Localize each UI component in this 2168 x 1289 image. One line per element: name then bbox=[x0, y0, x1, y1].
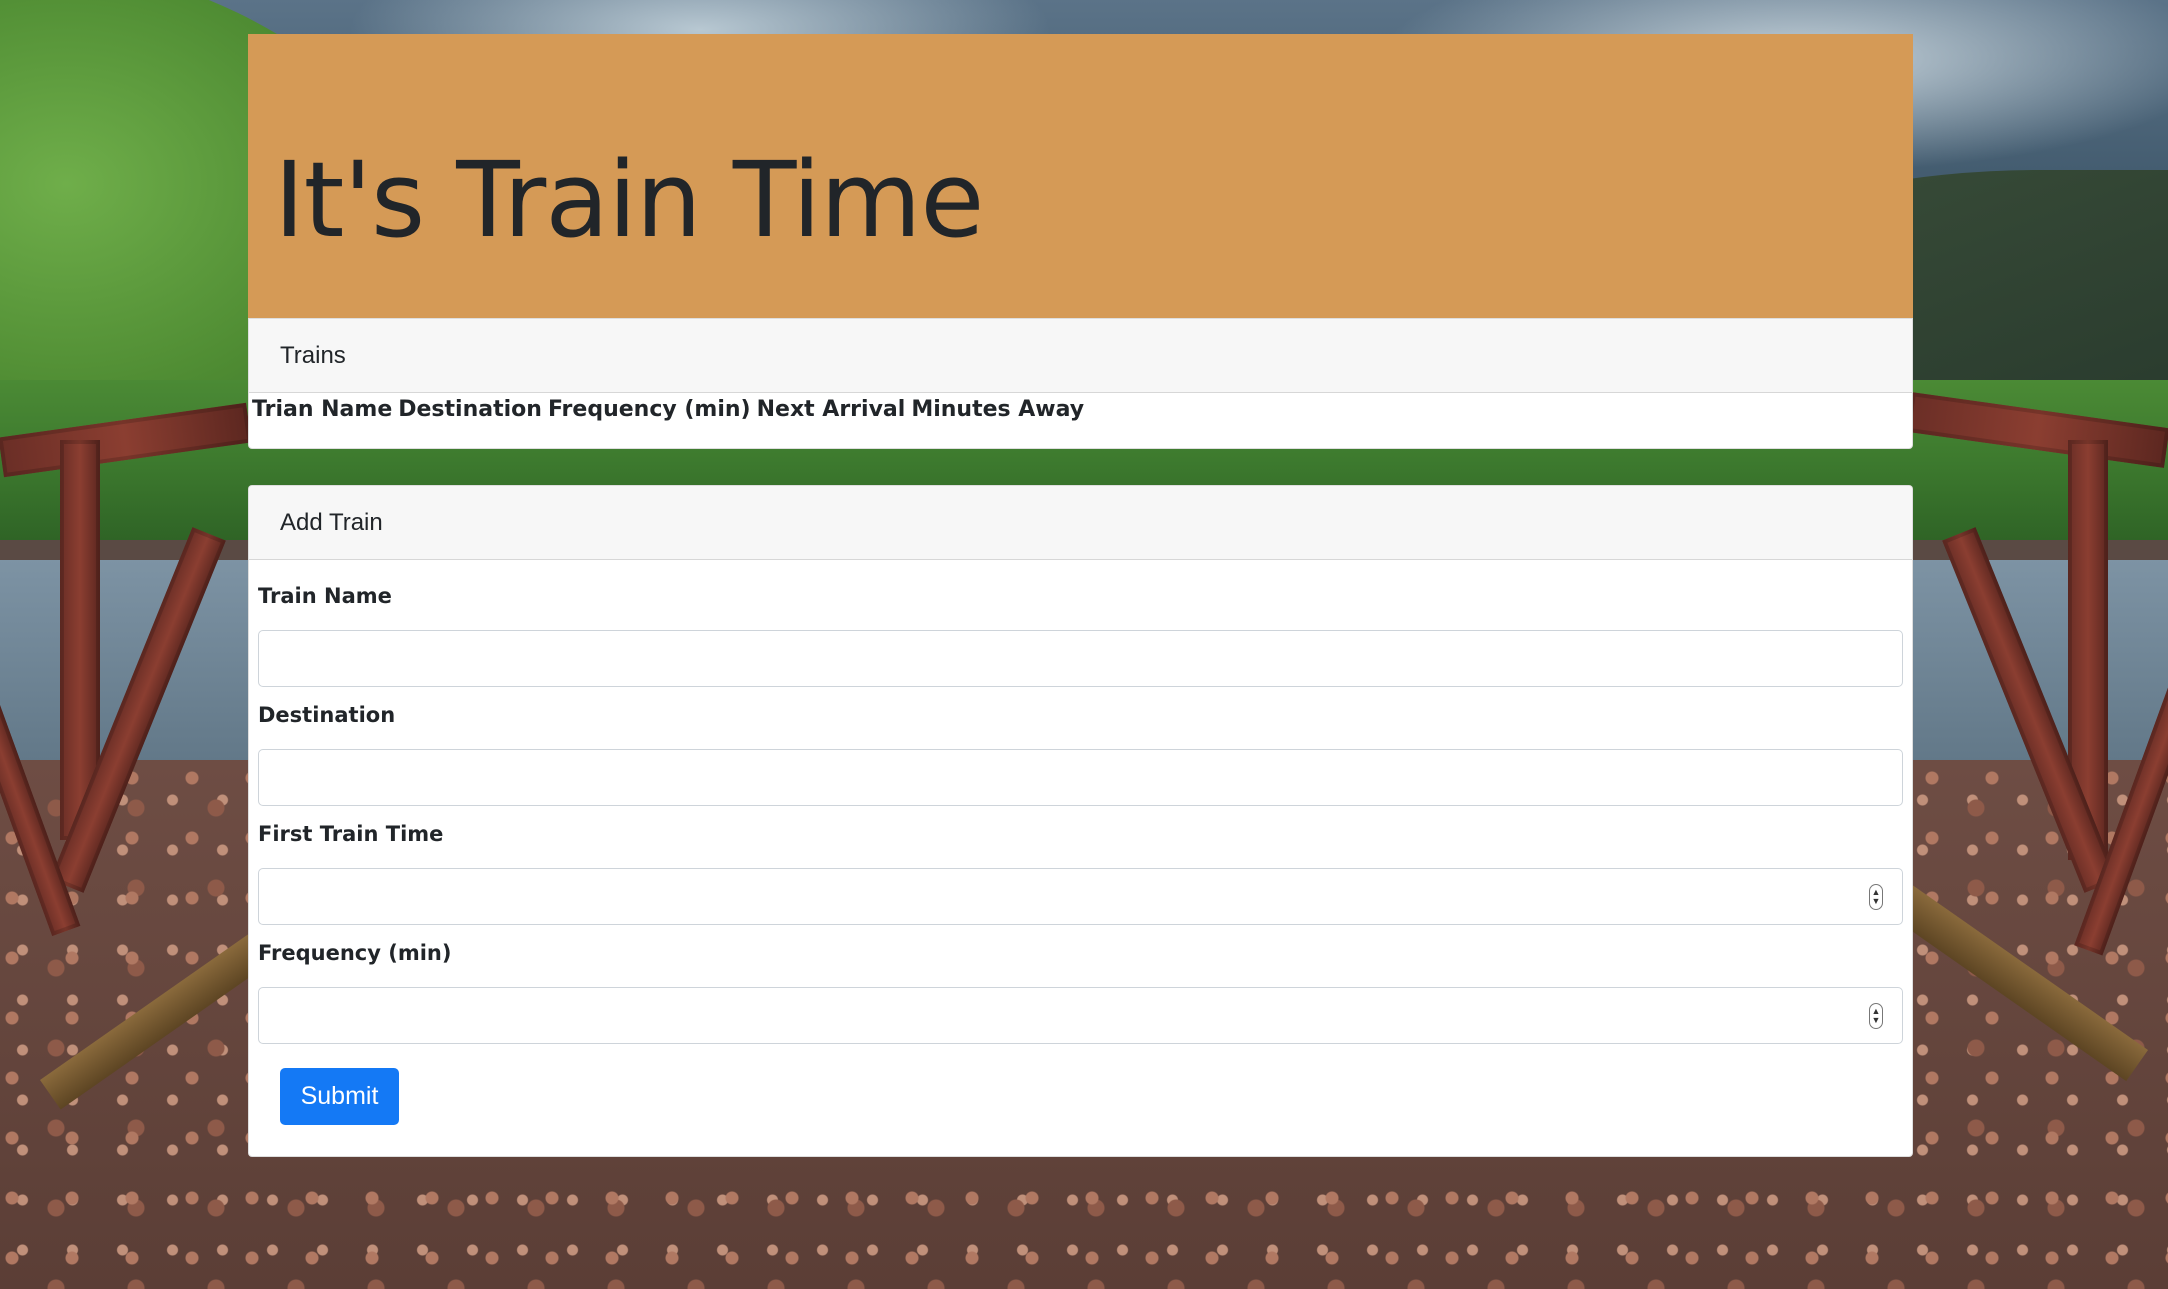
first-train-time-wrapper: ▲ ▼ bbox=[258, 868, 1903, 925]
frequency-input[interactable] bbox=[258, 987, 1903, 1044]
first-train-time-label: First Train Time bbox=[258, 822, 444, 846]
destination-label: Destination bbox=[258, 703, 396, 727]
submit-button[interactable]: Submit bbox=[280, 1068, 399, 1125]
add-train-panel: Add Train Train Name Destination First T… bbox=[248, 485, 1913, 1157]
frequency-wrapper: ▲ ▼ bbox=[258, 987, 1903, 1044]
destination-input[interactable] bbox=[258, 749, 1903, 806]
jumbotron: It's Train Time bbox=[248, 34, 1913, 318]
main-container: It's Train Time Trains Trian Name Destin… bbox=[248, 34, 1913, 1157]
trains-panel: Trains Trian Name Destination Frequency … bbox=[248, 318, 1913, 449]
destination-group: Destination bbox=[258, 699, 1903, 806]
train-name-input[interactable] bbox=[258, 630, 1903, 687]
column-header-minutes-away: Minutes Away bbox=[911, 397, 1085, 422]
add-train-form: Train Name Destination First Train Time … bbox=[249, 560, 1912, 1156]
spinner-down-icon[interactable]: ▼ bbox=[1872, 897, 1881, 906]
first-train-time-input[interactable] bbox=[258, 868, 1903, 925]
train-name-label: Train Name bbox=[258, 584, 392, 608]
first-train-time-group: First Train Time ▲ ▼ bbox=[258, 818, 1903, 925]
page-title: It's Train Time bbox=[274, 139, 984, 261]
train-name-group: Train Name bbox=[258, 580, 1903, 687]
column-header-frequency: Frequency (min) bbox=[547, 397, 751, 422]
frequency-label: Frequency (min) bbox=[258, 941, 452, 965]
number-spinner-icon[interactable]: ▲ ▼ bbox=[1869, 1003, 1883, 1029]
trains-panel-header: Trains bbox=[249, 319, 1912, 393]
trains-table: Trian Name Destination Frequency (min) N… bbox=[249, 393, 1087, 448]
frequency-group: Frequency (min) ▲ ▼ bbox=[258, 937, 1903, 1044]
number-spinner-icon[interactable]: ▲ ▼ bbox=[1869, 884, 1883, 910]
add-train-panel-header: Add Train bbox=[249, 486, 1912, 560]
column-header-destination: Destination bbox=[398, 397, 542, 422]
trains-table-header-row: Trian Name Destination Frequency (min) N… bbox=[249, 393, 1087, 448]
spinner-down-icon[interactable]: ▼ bbox=[1872, 1016, 1881, 1025]
column-header-next-arrival: Next Arrival bbox=[756, 397, 906, 422]
column-header-train-name: Trian Name bbox=[252, 397, 393, 422]
